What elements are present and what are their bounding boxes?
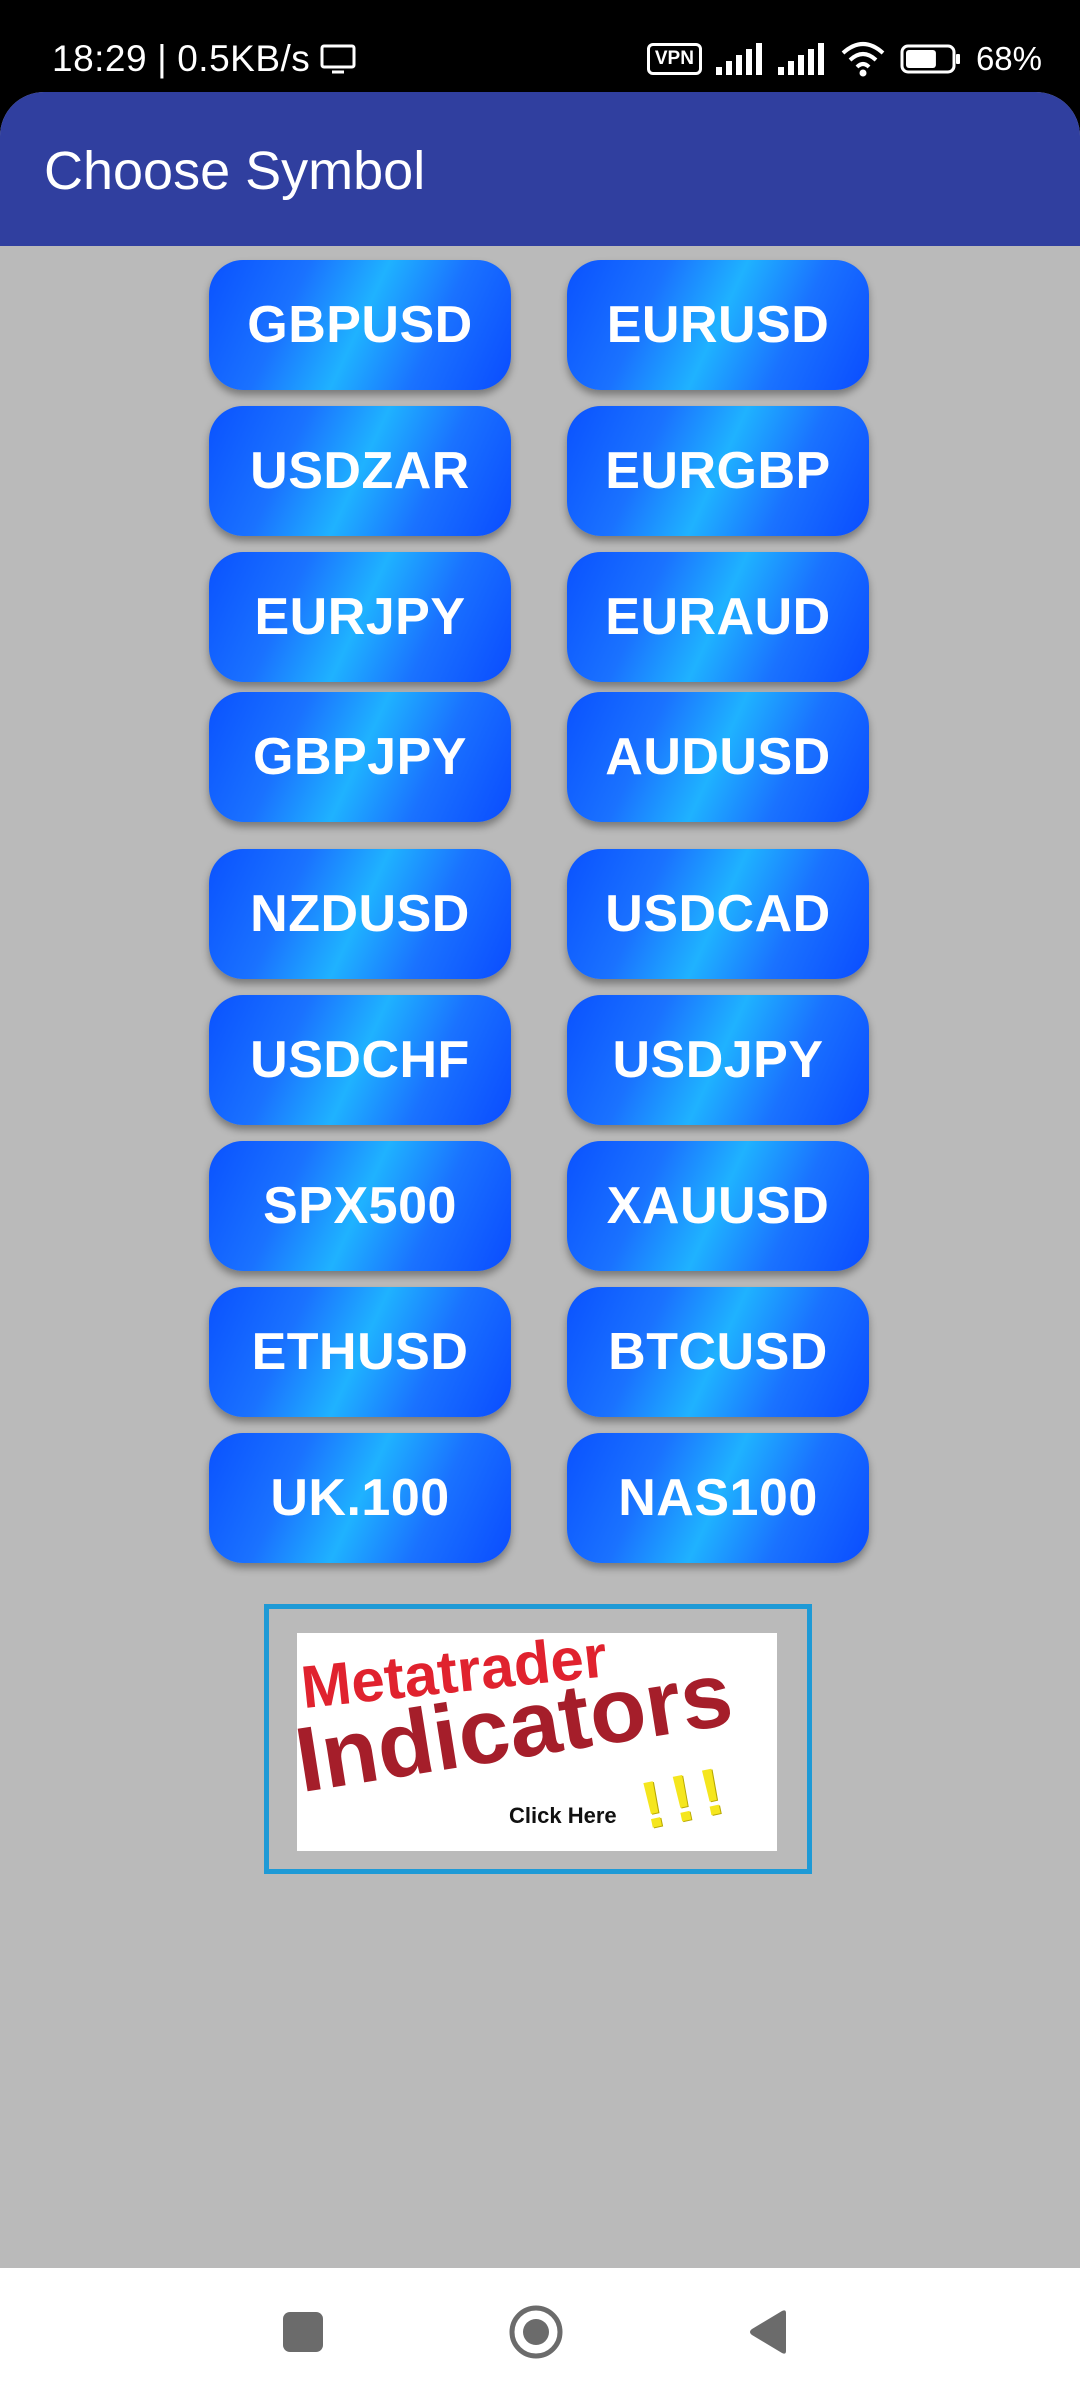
- vpn-icon: VPN: [646, 43, 702, 75]
- banner-click-here: Click Here: [509, 1803, 617, 1828]
- symbol-button-eurjpy[interactable]: EURJPY: [209, 552, 511, 682]
- cell-signal-icon: [715, 43, 764, 75]
- symbol-button-euraud[interactable]: EURAUD: [567, 552, 869, 682]
- symbol-button-gbpusd[interactable]: GBPUSD: [209, 260, 511, 390]
- navigation-bar: [0, 2268, 1080, 2400]
- symbol-button-audusd[interactable]: AUDUSD: [567, 692, 869, 822]
- app-screen: Choose Symbol GBPUSD EURUSD USDZAR EURGBP EU…: [0, 92, 1080, 2268]
- banner-image[interactable]: Metatrader Indicators Click Here !!!: [297, 1633, 777, 1851]
- home-icon: [507, 2303, 565, 2366]
- back-button[interactable]: [728, 2294, 808, 2374]
- recent-apps-button[interactable]: [263, 2294, 343, 2374]
- screen-cast-icon: [320, 44, 356, 74]
- battery-icon: [900, 43, 962, 75]
- wifi-icon: [840, 41, 886, 77]
- symbol-button-spx500[interactable]: SPX500: [209, 1141, 511, 1271]
- symbol-button-nzdusd[interactable]: NZDUSD: [209, 849, 511, 979]
- symbol-button-eurgbp[interactable]: EURGBP: [567, 406, 869, 536]
- symbol-button-ethusd[interactable]: ETHUSD: [209, 1287, 511, 1417]
- app-bar: Choose Symbol: [0, 92, 1080, 246]
- network-speed: 0.5KB/s: [177, 38, 311, 79]
- page-title: Choose Symbol: [44, 141, 426, 201]
- symbol-button-btcusd[interactable]: BTCUSD: [567, 1287, 869, 1417]
- cell-signal-icon: [777, 43, 826, 75]
- symbol-button-eurusd[interactable]: EURUSD: [567, 260, 869, 390]
- back-icon: [746, 2309, 790, 2360]
- home-button[interactable]: [496, 2294, 576, 2374]
- symbol-button-usdzar[interactable]: USDZAR: [209, 406, 511, 536]
- symbol-button-usdjpy[interactable]: USDJPY: [567, 995, 869, 1125]
- symbol-button-usdchf[interactable]: USDCHF: [209, 995, 511, 1125]
- status-separator: |: [157, 38, 168, 79]
- symbol-button-gbpjpy[interactable]: GBPJPY: [209, 692, 511, 822]
- battery-percent: 68%: [975, 40, 1042, 77]
- banner-exclamation: !!!: [634, 1751, 738, 1843]
- symbol-button-nas100[interactable]: NAS100: [567, 1433, 869, 1563]
- recent-apps-icon: [283, 2311, 323, 2357]
- symbol-button-usdcad[interactable]: USDCAD: [567, 849, 869, 979]
- symbol-button-xauusd[interactable]: XAUUSD: [567, 1141, 869, 1271]
- status-time: 18:29: [52, 38, 148, 79]
- status-bar: 18:29 | 0.5KB/s VPN 68%: [0, 0, 1080, 92]
- symbol-button-uk100[interactable]: UK.100: [209, 1433, 511, 1563]
- metatrader-indicators-banner[interactable]: Metatrader Indicators Click Here !!!: [264, 1604, 812, 1874]
